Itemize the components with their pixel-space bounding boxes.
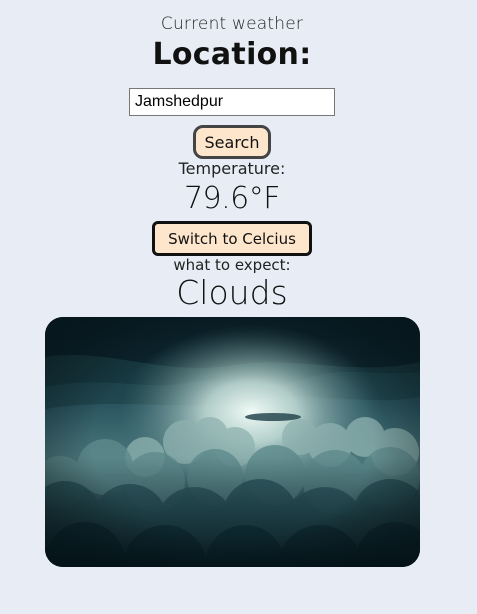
current-weather-heading: Current weather xyxy=(160,14,304,34)
search-button[interactable]: Search xyxy=(193,125,271,159)
clouds-photo xyxy=(45,317,420,567)
weather-condition: Clouds xyxy=(176,273,288,312)
city-input-wrapper xyxy=(129,88,335,116)
city-input[interactable] xyxy=(129,88,335,116)
temperature-label: Temperature: xyxy=(178,159,286,178)
clouds-photo-graphic xyxy=(45,317,420,567)
location-title: Location: xyxy=(152,37,312,72)
weather-app: Current weather Location: Search Tempera… xyxy=(0,0,477,614)
expect-label: what to expect: xyxy=(173,256,291,274)
switch-unit-button[interactable]: Switch to Celcius xyxy=(152,221,312,256)
temperature-value: 79.6°F xyxy=(183,181,281,216)
